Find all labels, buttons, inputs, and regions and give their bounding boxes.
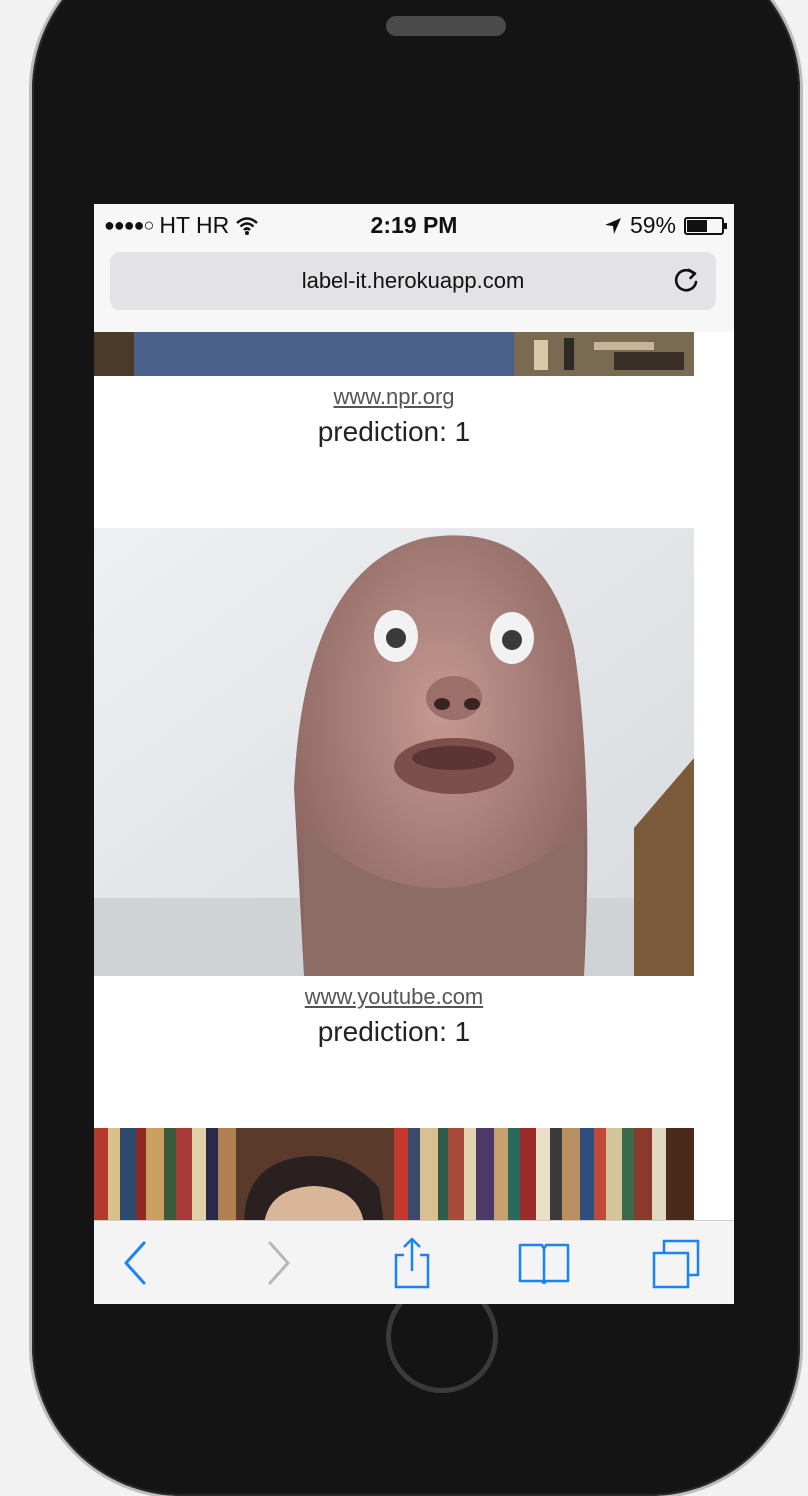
- battery-icon: [684, 216, 727, 235]
- result-source-link[interactable]: www.npr.org: [94, 384, 694, 410]
- address-bar[interactable]: label-it.herokuapp.com: [110, 252, 716, 310]
- location-arrow-icon: [604, 217, 621, 234]
- result-photo-youtube: [94, 528, 694, 976]
- battery-percent: 59%: [629, 212, 676, 238]
- result-photo-bookshelf: [94, 1128, 694, 1224]
- share-icon[interactable]: [386, 1237, 438, 1289]
- phone-screen: www.npr.org prediction: 1 www.youtube.co…: [94, 204, 734, 1304]
- result-source-link[interactable]: www.youtube.com: [94, 984, 694, 1010]
- result-photo-npr: [94, 332, 694, 376]
- result-prediction: prediction: 1: [317, 1016, 471, 1047]
- result-prediction: prediction: 1: [317, 416, 471, 447]
- result-image[interactable]: [94, 1128, 694, 1224]
- result-image[interactable]: [94, 332, 694, 376]
- reload-icon[interactable]: [672, 265, 702, 295]
- chevron-right-icon[interactable]: [252, 1237, 304, 1289]
- status-right: 59%: [604, 212, 727, 239]
- book-icon[interactable]: [518, 1237, 570, 1289]
- result-image[interactable]: [94, 528, 694, 976]
- battery-level: [687, 219, 708, 232]
- status-bar: ●●●●○ HT HR 2:19 PM 59%: [94, 204, 734, 244]
- chevron-left-icon[interactable]: [110, 1237, 162, 1289]
- url-text[interactable]: label-it.herokuapp.com: [110, 268, 716, 294]
- speaker-grille: [386, 16, 506, 36]
- browser-chrome-top: ●●●●○ HT HR 2:19 PM 59% label-it.herokua…: [94, 204, 734, 332]
- safari-toolbar: [94, 1220, 734, 1304]
- tabs-icon[interactable]: [650, 1237, 702, 1289]
